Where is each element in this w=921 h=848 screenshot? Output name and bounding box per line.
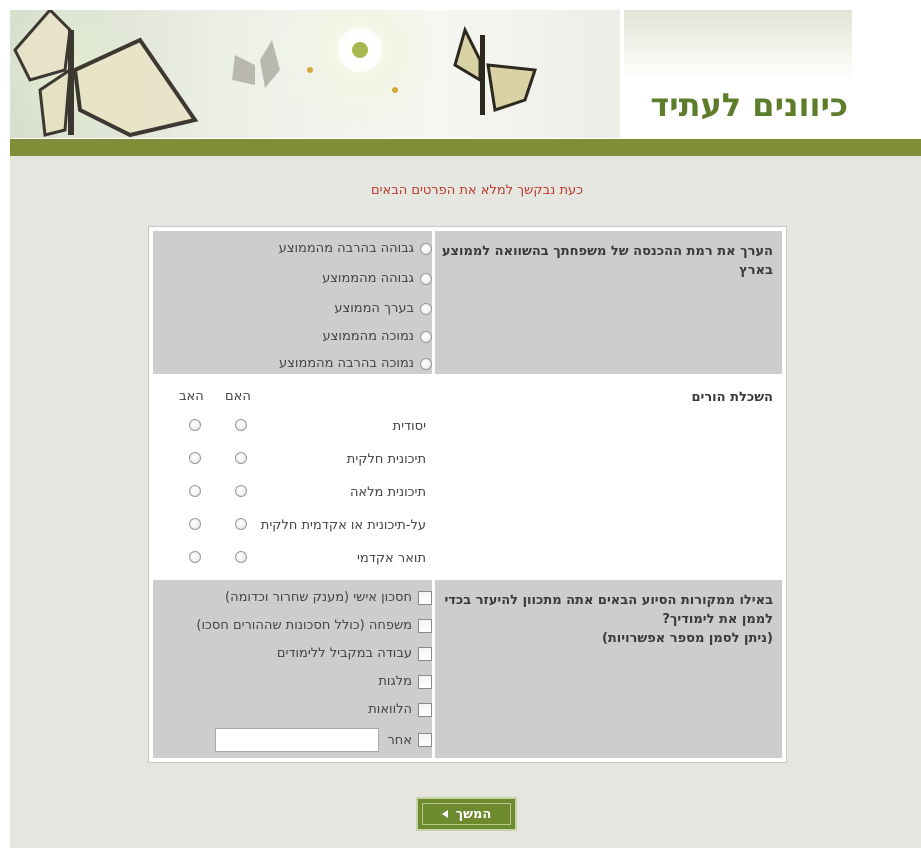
next-button[interactable]: המשך bbox=[416, 797, 517, 831]
funding-option[interactable]: משפחה (כולל חסכונות שההורים חסכו) bbox=[196, 618, 432, 633]
education-level-label: יסודית bbox=[392, 419, 426, 434]
funding-option[interactable]: הלוואות bbox=[368, 702, 432, 717]
income-option[interactable]: בערך הממוצע bbox=[334, 301, 432, 316]
education-level-label: על-תיכונית או אקדמית חלקית bbox=[260, 518, 426, 533]
site-title: כיוונים לעתיד bbox=[650, 86, 848, 124]
funding-options-cell: חסכון אישי (מענק שחרור וכדומה) משפחה (כו… bbox=[153, 580, 432, 758]
income-option[interactable]: גבוהה בהרבה מהממוצע bbox=[279, 241, 432, 256]
funding-option[interactable]: מלגות bbox=[378, 674, 432, 689]
butterfly-icons bbox=[13, 10, 538, 138]
father-radio[interactable] bbox=[189, 518, 201, 530]
header-divider-bar bbox=[10, 139, 921, 156]
butterfly-banner-image bbox=[10, 10, 620, 138]
education-level-label: תיכונית חלקית bbox=[346, 452, 426, 467]
father-column-header: האב bbox=[179, 389, 204, 404]
radio-button[interactable] bbox=[420, 357, 432, 370]
education-options-cell: האם האב יסודית תיכונית חלקית תיכונית מלא… bbox=[153, 377, 432, 577]
income-option[interactable]: גבוהה מהממוצע bbox=[322, 271, 432, 286]
checkbox[interactable] bbox=[418, 674, 432, 689]
checkbox[interactable] bbox=[418, 733, 432, 747]
checkbox[interactable] bbox=[418, 646, 432, 661]
questionnaire-table: הערך את רמת ההכנסה של משפחתך בהשוואה לממ… bbox=[148, 226, 787, 763]
checkbox[interactable] bbox=[418, 702, 432, 717]
education-level-label: תיכונית מלאה bbox=[349, 485, 426, 500]
checkbox[interactable] bbox=[418, 590, 432, 605]
mother-radio[interactable] bbox=[235, 551, 247, 563]
funding-question-cell: באילו ממקורות הסיוע הבאים אתה מתכוון להי… bbox=[435, 580, 782, 758]
radio-button[interactable] bbox=[420, 242, 432, 255]
checkbox[interactable] bbox=[418, 618, 432, 633]
funding-option[interactable]: עבודה במקביל ללימודים bbox=[277, 646, 432, 661]
income-option[interactable]: נמוכה מהממוצע bbox=[323, 329, 432, 344]
funding-question: באילו ממקורות הסיוע הבאים אתה מתכוון להי… bbox=[444, 593, 773, 627]
education-question: השכלת הורים bbox=[691, 390, 773, 405]
funding-option-other[interactable]: אחר bbox=[215, 728, 432, 752]
next-button-inner[interactable]: המשך bbox=[422, 803, 511, 825]
mother-radio[interactable] bbox=[235, 485, 247, 497]
father-radio[interactable] bbox=[189, 419, 201, 431]
instruction-text: כעת נבקשך למלא את הפרטים הבאים bbox=[370, 183, 583, 198]
radio-button[interactable] bbox=[420, 302, 432, 315]
father-radio[interactable] bbox=[189, 452, 201, 464]
father-radio[interactable] bbox=[189, 485, 201, 497]
other-text-input[interactable] bbox=[215, 728, 380, 752]
income-option[interactable]: נמוכה בהרבה מהממוצע bbox=[279, 356, 432, 371]
income-options-cell: גבוהה בהרבה מהממוצע גבוהה מהממוצע בערך ה… bbox=[153, 231, 432, 374]
radio-button[interactable] bbox=[420, 330, 432, 343]
father-radio[interactable] bbox=[189, 551, 201, 563]
income-question: הערך את רמת ההכנסה של משפחתך בהשוואה לממ… bbox=[441, 244, 773, 278]
mother-column-header: האם bbox=[225, 389, 251, 404]
mother-radio[interactable] bbox=[235, 452, 247, 464]
header-banner: כיוונים לעתיד bbox=[10, 10, 912, 138]
funding-note: (ניתן לסמן מספר אפשרויות) bbox=[601, 631, 773, 646]
education-level-label: תואר אקדמי bbox=[357, 551, 426, 566]
arrow-left-icon bbox=[441, 810, 448, 818]
mother-radio[interactable] bbox=[235, 419, 247, 431]
radio-button[interactable] bbox=[420, 272, 432, 285]
income-question-cell: הערך את רמת ההכנסה של משפחתך בהשוואה לממ… bbox=[435, 231, 782, 374]
next-button-label: המשך bbox=[455, 806, 492, 822]
mother-radio[interactable] bbox=[235, 518, 247, 530]
education-question-cell: השכלת הורים bbox=[435, 377, 782, 577]
funding-option[interactable]: חסכון אישי (מענק שחרור וכדומה) bbox=[225, 590, 432, 605]
